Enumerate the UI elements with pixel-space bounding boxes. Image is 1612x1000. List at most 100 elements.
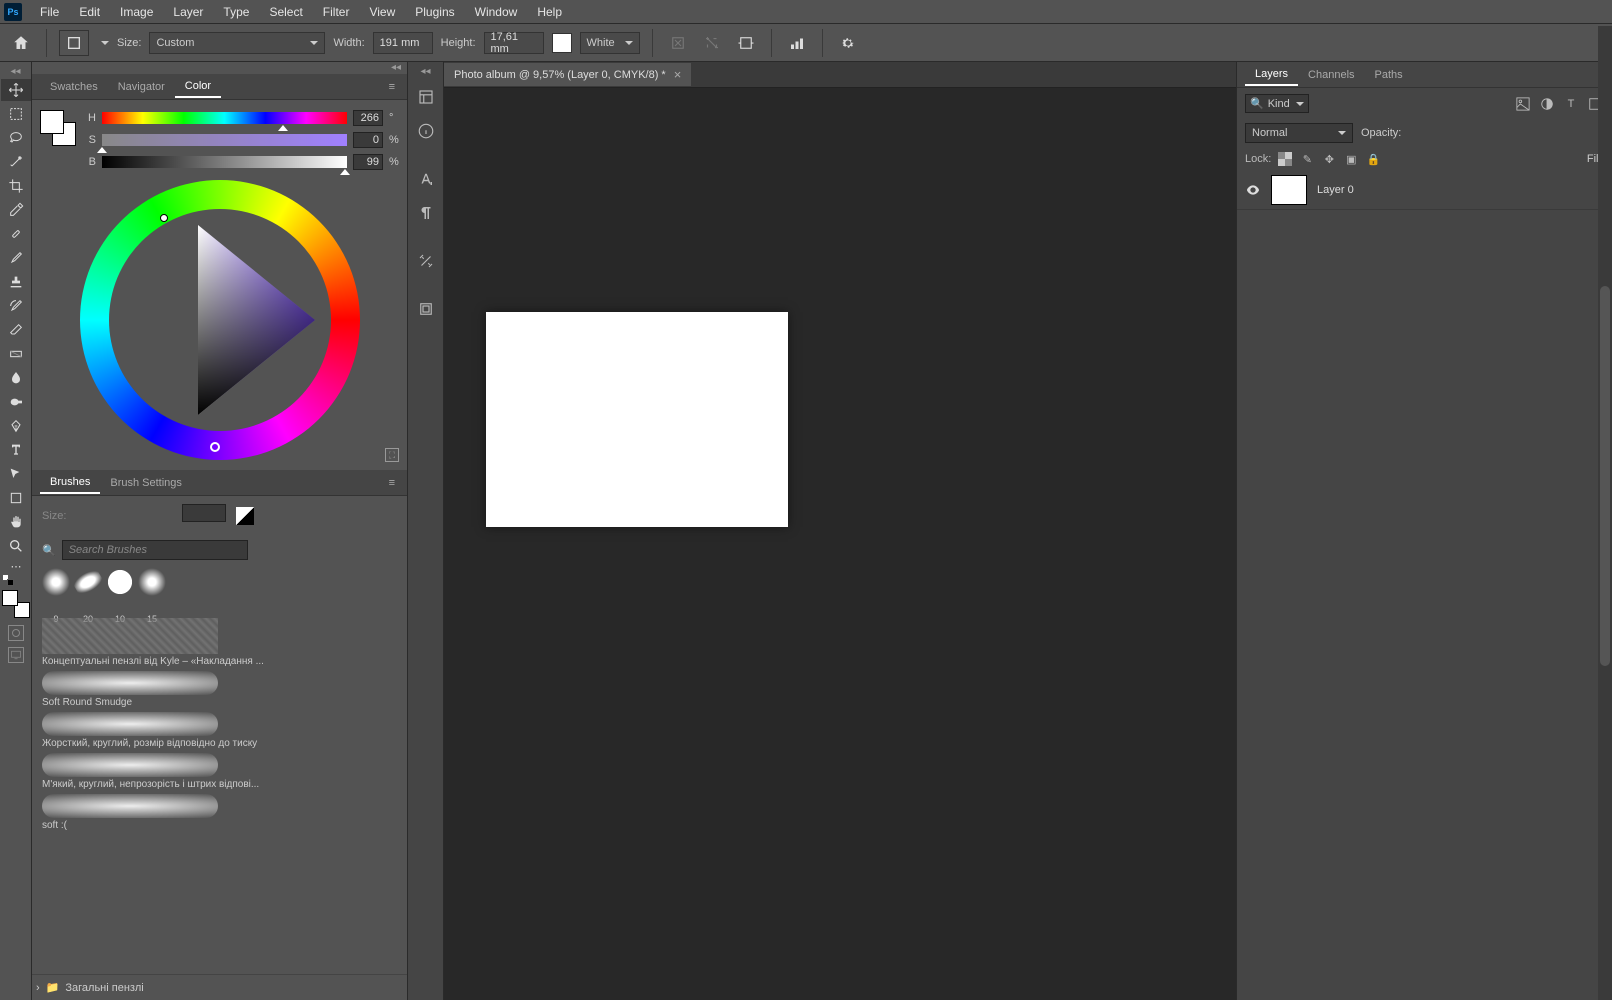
document-canvas[interactable] — [486, 312, 788, 527]
crop-content-aware-icon[interactable] — [733, 30, 759, 56]
more-tools[interactable]: ⋯ — [1, 559, 31, 573]
lock-transparency-icon[interactable] — [1277, 151, 1293, 167]
filter-image-icon[interactable] — [1514, 95, 1532, 113]
libraries-icon[interactable] — [411, 82, 441, 112]
vertical-scrollbar[interactable] — [1598, 26, 1612, 1000]
fill-color-swatch[interactable] — [552, 33, 572, 53]
color-wheel[interactable] — [80, 180, 360, 460]
bri-value[interactable]: 99 — [353, 154, 383, 170]
brush-preset-thumb[interactable] — [106, 568, 134, 596]
paths-tab[interactable]: Paths — [1365, 65, 1413, 85]
document-tab[interactable]: Photo album @ 9,57% (Layer 0, CMYK/8) * … — [444, 63, 691, 86]
history-brush-tool[interactable] — [1, 295, 31, 317]
brush-list[interactable]: Концептуальні пензлі від Kyle – «Наклада… — [32, 614, 407, 974]
marquee-tool[interactable] — [1, 103, 31, 125]
eyedropper-tool[interactable] — [1, 199, 31, 221]
brush-preset-thumb[interactable] — [42, 568, 70, 596]
pen-tool[interactable] — [1, 415, 31, 437]
hand-tool[interactable] — [1, 511, 31, 533]
brush-preset-thumb[interactable] — [138, 568, 166, 596]
crop-straighten-icon[interactable] — [699, 30, 725, 56]
swatches-tab[interactable]: Swatches — [40, 77, 108, 97]
navigator-tab[interactable]: Navigator — [108, 77, 175, 97]
default-colors-icon[interactable] — [2, 574, 14, 586]
filter-type-icon[interactable]: T — [1562, 95, 1580, 113]
blend-mode-dropdown[interactable]: Normal — [1245, 123, 1353, 143]
healing-tool[interactable] — [1, 223, 31, 245]
lock-position-icon[interactable]: ✥ — [1321, 151, 1337, 167]
sat-slider[interactable] — [102, 134, 347, 146]
eraser-tool[interactable] — [1, 319, 31, 341]
gradient-tool[interactable] — [1, 343, 31, 365]
lasso-tool[interactable] — [1, 127, 31, 149]
dodge-tool[interactable] — [1, 391, 31, 413]
artboard-icon[interactable] — [411, 294, 441, 324]
screenmode-icon[interactable] — [8, 647, 24, 663]
tab-close-icon[interactable]: × — [674, 67, 682, 82]
brush-settings-tab[interactable]: Brush Settings — [100, 473, 192, 493]
color-swatches[interactable] — [2, 590, 30, 618]
brush-preset-thumb[interactable] — [69, 563, 107, 601]
menu-layer[interactable]: Layer — [163, 1, 213, 23]
brushes-tab[interactable]: Brushes — [40, 472, 100, 494]
wand-tool[interactable] — [1, 151, 31, 173]
menu-image[interactable]: Image — [110, 1, 163, 23]
brush-folder[interactable]: › 📁 Загальні пензлі — [32, 974, 407, 1000]
menu-edit[interactable]: Edit — [69, 1, 110, 23]
quickmask-icon[interactable] — [8, 625, 24, 641]
filter-adjust-icon[interactable] — [1538, 95, 1556, 113]
new-brush-icon[interactable] — [236, 507, 254, 525]
color-tab[interactable]: Color — [175, 76, 221, 98]
home-button[interactable] — [8, 30, 34, 56]
sat-value[interactable]: 0 — [353, 132, 383, 148]
filter-kind-dropdown[interactable]: 🔍Kind — [1245, 94, 1309, 113]
hue-value[interactable]: 266 — [353, 110, 383, 126]
toolbar-collapse[interactable]: ◂◂ — [0, 66, 31, 78]
panel-collapse[interactable]: ◂◂ — [32, 62, 407, 74]
lock-artboard-icon[interactable]: ▣ — [1343, 151, 1359, 167]
menu-help[interactable]: Help — [527, 1, 572, 23]
info-icon[interactable] — [411, 116, 441, 146]
tool-preset-button[interactable] — [59, 30, 89, 56]
hue-slider[interactable] — [102, 112, 347, 124]
expand-icon[interactable]: ⛶ — [385, 448, 399, 462]
character-icon[interactable] — [411, 164, 441, 194]
brush-search-input[interactable]: Search Brushes — [62, 540, 248, 560]
gear-icon[interactable] — [835, 30, 861, 56]
menu-select[interactable]: Select — [259, 1, 312, 23]
zoom-tool[interactable] — [1, 535, 31, 557]
lock-all-icon[interactable]: 🔒 — [1365, 151, 1381, 167]
size-preset-dropdown[interactable]: Custom — [149, 32, 325, 54]
move-tool[interactable] — [1, 79, 31, 101]
panel-menu-icon[interactable]: ≡ — [385, 79, 399, 95]
layer-row[interactable]: Layer 0 — [1237, 171, 1612, 210]
menu-file[interactable]: File — [30, 1, 69, 23]
channels-tab[interactable]: Channels — [1298, 65, 1364, 85]
crop-tool[interactable] — [1, 175, 31, 197]
height-input[interactable]: 17,61 mm — [484, 32, 544, 54]
paragraph-icon[interactable] — [411, 198, 441, 228]
path-tool[interactable] — [1, 463, 31, 485]
visibility-icon[interactable] — [1245, 182, 1261, 198]
bri-slider[interactable] — [102, 156, 347, 168]
menu-filter[interactable]: Filter — [313, 1, 360, 23]
brush-list-item[interactable]: Концептуальні пензлі від Kyle – «Наклада… — [42, 618, 397, 667]
blur-tool[interactable] — [1, 367, 31, 389]
width-input[interactable]: 191 mm — [373, 32, 433, 54]
triangle-indicator[interactable] — [160, 214, 168, 222]
brush-list-item[interactable]: Жорсткий, круглий, розмір відповідно до … — [42, 712, 397, 749]
menu-window[interactable]: Window — [465, 1, 528, 23]
brush-list-item[interactable]: Soft Round Smudge — [42, 671, 397, 708]
type-tool[interactable] — [1, 439, 31, 461]
layer-name[interactable]: Layer 0 — [1317, 184, 1354, 196]
canvas-viewport[interactable] — [444, 88, 1236, 1000]
stamp-tool[interactable] — [1, 271, 31, 293]
align-icon[interactable] — [784, 30, 810, 56]
tools-panel-icon[interactable] — [411, 246, 441, 276]
menu-plugins[interactable]: Plugins — [405, 1, 464, 23]
shape-tool[interactable] — [1, 487, 31, 509]
brush-panel-menu-icon[interactable]: ≡ — [385, 475, 399, 491]
strip-collapse[interactable]: ◂◂ — [408, 66, 443, 78]
lock-pixels-icon[interactable]: ✎ — [1299, 151, 1315, 167]
fill-dropdown[interactable]: White — [580, 32, 640, 54]
